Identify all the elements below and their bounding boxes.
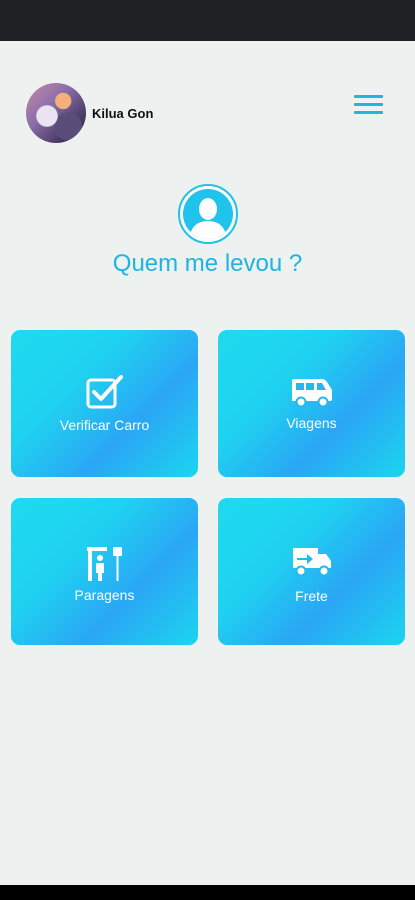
navigation-bar [0, 885, 415, 900]
verify-car-card[interactable]: Verificar Carro [11, 330, 198, 477]
avatar[interactable] [26, 83, 86, 143]
user-profile-icon [178, 184, 238, 244]
freight-card[interactable]: Frete [218, 498, 405, 645]
user-name: Kilua Gon [92, 106, 154, 121]
van-icon [218, 377, 405, 407]
trips-card[interactable]: Viagens [218, 330, 405, 477]
stops-label: Paragens [74, 587, 135, 603]
bus-stop-icon [11, 545, 198, 581]
verify-car-label: Verificar Carro [59, 417, 150, 433]
delivery-truck-icon [218, 546, 405, 578]
status-bar [0, 0, 415, 41]
hamburger-menu-icon[interactable] [354, 95, 383, 117]
stops-card[interactable]: Paragens [11, 498, 198, 645]
trips-label: Viagens [286, 415, 337, 431]
checkbox-icon [11, 375, 198, 409]
freight-label: Frete [295, 588, 328, 604]
profile-title: Quem me levou ? [112, 250, 303, 277]
